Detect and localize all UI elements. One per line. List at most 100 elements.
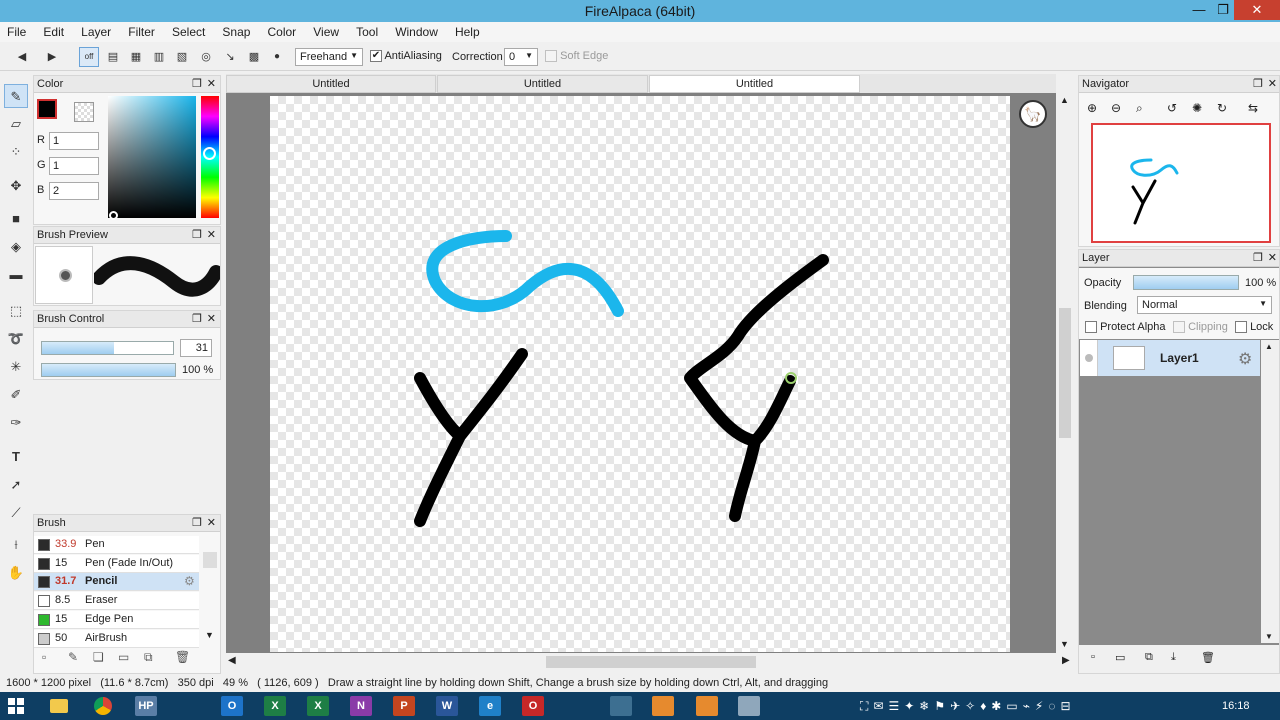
edit-brush-icon[interactable]: ✎ — [68, 650, 78, 664]
brush-item-airbrush[interactable]: 50 AirBrush — [34, 629, 199, 648]
zoom-out-icon[interactable]: ⊖ — [1111, 101, 1121, 115]
scroll-right-icon[interactable]: ▶ — [1062, 655, 1070, 666]
vertical-scrollbar[interactable]: ▲ ▼ — [1056, 93, 1074, 653]
scroll-down-icon[interactable]: ▼ — [1060, 639, 1069, 649]
navigator-preview[interactable] — [1091, 123, 1271, 243]
snap-settings-icon[interactable]: ▩ — [244, 47, 264, 67]
snap-curve-icon[interactable]: ↘ — [220, 47, 240, 67]
lasso-tool-icon[interactable]: ➰ — [4, 327, 28, 351]
copy-icon[interactable]: ⧉ — [144, 650, 153, 665]
scroll-left-icon[interactable]: ◀ — [228, 655, 236, 666]
snap-radial-icon[interactable]: ▥ — [149, 47, 169, 67]
menu-select[interactable]: Select — [165, 22, 212, 39]
lock-toggle[interactable]: Lock — [1235, 321, 1273, 334]
taskbar-app-7[interactable]: e — [479, 696, 501, 716]
foreground-color-swatch[interactable] — [37, 99, 57, 119]
brush-item-pencil[interactable]: 31.7 Pencil ⚙ — [34, 573, 199, 592]
merge-layer-icon[interactable]: ⤓ — [1171, 651, 1176, 664]
taskbar-app-8[interactable]: O — [522, 696, 544, 716]
select-rect-tool-icon[interactable]: ⬚ — [4, 299, 28, 323]
tab-untitled-1[interactable]: Untitled — [226, 75, 436, 93]
eraser-tool-icon[interactable]: ▱ — [4, 112, 28, 136]
layer-visibility-toggle[interactable] — [1080, 340, 1098, 376]
clipping-toggle[interactable]: Clipping — [1173, 321, 1228, 334]
snap-circle-icon[interactable]: ◎ — [196, 47, 216, 67]
select-pen-tool-icon[interactable]: ✐ — [4, 383, 28, 407]
magic-wand-tool-icon[interactable]: ✳ — [4, 355, 28, 379]
duplicate-layer-icon[interactable]: ⧉ — [1145, 651, 1153, 664]
taskbar-app-6[interactable]: W — [436, 696, 458, 716]
close-icon[interactable]: ✕ — [1268, 251, 1277, 264]
text-tool-icon[interactable]: T — [4, 445, 28, 469]
move-tool-icon[interactable]: ✥ — [4, 174, 28, 198]
taskbar-app-2[interactable]: X — [264, 696, 286, 716]
snap-grid-icon[interactable]: ▦ — [126, 47, 146, 67]
antialiasing-toggle[interactable]: ✔ AntiAliasing — [370, 50, 442, 69]
brush-size-input[interactable]: 31 — [180, 339, 212, 357]
new-folder-icon[interactable]: ▭ — [1115, 651, 1125, 664]
system-tray-icons[interactable]: ⛶✉☰✦❄⚑✈✧♦✱▭⌁⚡◌⊟ — [860, 699, 1076, 714]
layer-opacity-slider[interactable] — [1133, 275, 1239, 290]
close-button[interactable]: ✕ — [1234, 0, 1280, 20]
file-explorer-icon[interactable] — [50, 699, 68, 713]
float-icon[interactable]: ❐ — [1253, 251, 1263, 264]
flip-icon[interactable]: ⇆ — [1248, 101, 1258, 115]
protect-alpha-checkbox[interactable] — [1085, 321, 1097, 334]
taskbar-app-10[interactable] — [652, 696, 674, 716]
saturation-value-picker[interactable] — [108, 96, 196, 218]
horizontal-scrollbar[interactable]: ◀ ▶ — [226, 654, 1070, 670]
rotate-left-icon[interactable]: ↺ — [1167, 101, 1177, 115]
menu-tool[interactable]: Tool — [349, 22, 385, 39]
gear-icon[interactable]: ⚙ — [1238, 349, 1252, 369]
r-input[interactable]: 1 — [49, 132, 99, 150]
vertical-scroll-thumb[interactable] — [1059, 308, 1071, 438]
bucket-tool-icon[interactable]: ◈ — [4, 235, 28, 259]
brush-opacity-slider[interactable] — [41, 363, 176, 377]
tab-untitled-3[interactable]: Untitled — [649, 75, 860, 93]
soft-edge-checkbox[interactable] — [545, 50, 557, 63]
zoom-in-icon[interactable]: ⊕ — [1087, 101, 1097, 115]
layer-row-layer1[interactable]: Layer1 ⚙ — [1080, 340, 1260, 376]
snap-perspective-icon[interactable]: ▧ — [172, 47, 192, 67]
duplicate-brush-icon[interactable]: ❏ — [93, 650, 104, 664]
taskbar-app-11[interactable] — [696, 696, 718, 716]
gear-icon[interactable]: ⚙ — [184, 574, 195, 588]
trash-icon[interactable]: 🗑 — [1201, 651, 1215, 664]
antialiasing-checkbox[interactable]: ✔ — [370, 50, 382, 63]
fill-rect-tool-icon[interactable]: ■ — [4, 207, 28, 231]
correction-select[interactable]: 0 ▼ — [504, 48, 538, 66]
float-icon[interactable]: ❐ — [192, 228, 202, 241]
scroll-up-icon[interactable]: ▲ — [1265, 342, 1273, 351]
g-input[interactable]: 1 — [49, 157, 99, 175]
clipping-checkbox[interactable] — [1173, 321, 1185, 334]
alpaca-mascot-icon[interactable]: 🦙 — [1019, 100, 1047, 128]
layer-list-scrollbar[interactable]: ▲ ▼ — [1261, 340, 1279, 643]
brush-item-pen-fade-in-out[interactable]: 15 Pen (Fade In/Out) — [34, 554, 199, 573]
snap-off-icon[interactable]: off — [79, 47, 99, 67]
blending-select[interactable]: Normal ▼ — [1137, 296, 1272, 314]
menu-file[interactable]: File — [0, 22, 33, 39]
prev-icon[interactable]: ◀ — [12, 47, 32, 67]
folder-icon[interactable]: ▭ — [118, 650, 129, 664]
taskbar-app-12[interactable] — [738, 696, 760, 716]
rotate-reset-icon[interactable]: ✺ — [1192, 101, 1202, 115]
taskbar-app-9[interactable] — [610, 696, 632, 716]
taskbar-app-1[interactable]: O — [221, 696, 243, 716]
brush-item-eraser[interactable]: 8.5 Eraser — [34, 592, 199, 611]
menu-edit[interactable]: Edit — [36, 22, 71, 39]
windows-start-icon[interactable] — [8, 698, 24, 714]
taskbar-app-4[interactable]: N — [350, 696, 372, 716]
menu-window[interactable]: Window — [388, 22, 445, 39]
taskbar-app-3[interactable]: X — [307, 696, 329, 716]
menu-color[interactable]: Color — [261, 22, 304, 39]
close-icon[interactable]: ✕ — [207, 228, 216, 241]
menu-layer[interactable]: Layer — [74, 22, 118, 39]
brush-mode-select[interactable]: Freehand ▼ — [295, 48, 363, 66]
menu-snap[interactable]: Snap — [215, 22, 257, 39]
brush-list-scrollbar[interactable] — [203, 552, 217, 568]
float-icon[interactable]: ❐ — [192, 77, 202, 90]
tab-untitled-2[interactable]: Untitled — [437, 75, 648, 93]
scroll-down-icon[interactable]: ▼ — [205, 630, 214, 640]
soft-edge-toggle[interactable]: Soft Edge — [545, 50, 608, 69]
next-icon[interactable]: ▶ — [42, 47, 62, 67]
